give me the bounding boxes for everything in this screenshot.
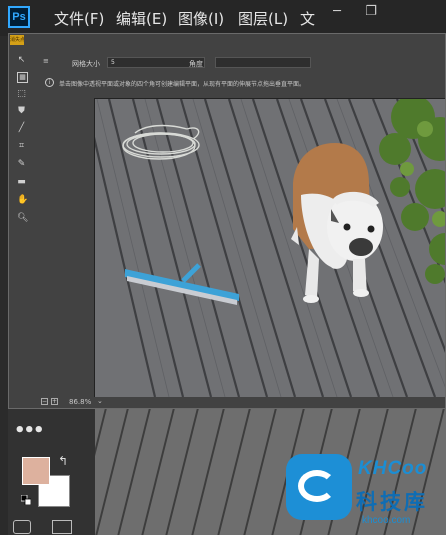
minimize-button[interactable]: ─ — [322, 4, 352, 19]
options-menu-icon[interactable]: ≡ — [43, 57, 49, 65]
angle-label: 角度 — [189, 60, 203, 68]
zoom-tool-icon[interactable]: 🔍︎ — [17, 214, 28, 223]
stamp-tool-icon[interactable]: ⛊ — [17, 107, 26, 116]
photoshop-logo: Ps — [8, 6, 30, 28]
vanishing-point-dialog: 消失点 ↖ ▦ ⬚ ⛊ ╱ ⌗ ✎ ▬ ✋ 🔍︎ ≡ 网格大小 5 角度 i 单… — [8, 33, 446, 409]
zoom-out-button[interactable]: − — [41, 398, 48, 405]
khcoo-watermark: KHCoo 科技库 khcoo.com — [272, 440, 446, 535]
preview-image[interactable] — [94, 98, 445, 397]
grid-size-label: 网格大小 — [72, 60, 100, 68]
menu-text[interactable]: 文 — [300, 8, 315, 29]
hand-tool-icon[interactable]: ✋ — [17, 196, 28, 205]
left-toolbar-strip — [0, 36, 8, 535]
menu-file[interactable]: 文件(F) — [54, 8, 104, 29]
menu-image[interactable]: 图像(I) — [178, 8, 224, 29]
screen-mode-icon[interactable] — [52, 520, 72, 534]
dialog-title: 消失点 — [10, 35, 24, 45]
info-icon: i — [45, 78, 54, 87]
vanishing-point-tools: ↖ ▦ ⬚ ⛊ ╱ ⌗ ✎ ▬ ✋ 🔍︎ — [9, 50, 33, 250]
menu-layer[interactable]: 图层(L) — [238, 8, 288, 29]
foreground-color-swatch[interactable] — [22, 457, 50, 485]
more-tools-icon[interactable]: ••• — [14, 420, 44, 441]
info-text: 单击图像中透视平面或对象的四个角可创建编辑平面，从现有平面的伸展节点拖出垂直平面… — [59, 81, 306, 88]
photoshop-window: Ps 文件(F) 编辑(E) 图像(I) 图层(L) 文 ─ ❐ ••• ↰ 消… — [0, 0, 446, 535]
angle-input[interactable] — [215, 57, 311, 68]
edit-plane-tool-icon[interactable]: ↖ — [17, 56, 26, 65]
info-bar: i 单击图像中透视平面或对象的四个角可创建编辑平面，从现有平面的伸展节点拖出垂直… — [39, 76, 445, 90]
khcoo-logo-icon — [286, 454, 352, 520]
quick-mask-icon[interactable] — [13, 520, 31, 534]
zoom-dropdown-icon[interactable]: ⌄ — [97, 397, 103, 405]
dog-on-deck-photo — [95, 99, 445, 397]
measure-tool-icon[interactable]: ▬ — [17, 178, 26, 187]
transform-tool-icon[interactable]: ⌗ — [17, 142, 26, 151]
menu-bar: Ps 文件(F) 编辑(E) 图像(I) 图层(L) 文 ─ ❐ — [0, 0, 446, 36]
zoom-in-button[interactable]: + — [51, 398, 58, 405]
create-plane-tool-icon[interactable]: ▦ — [17, 72, 28, 83]
dialog-options-bar: ≡ 网格大小 5 角度 — [39, 52, 445, 72]
brand-name-en: KHCoo — [358, 458, 428, 479]
swap-colors-icon[interactable]: ↰ — [58, 454, 68, 468]
eyedropper-tool-icon[interactable]: ✎ — [17, 160, 26, 169]
menu-edit[interactable]: 编辑(E) — [116, 8, 167, 29]
default-colors-icon[interactable] — [21, 495, 31, 505]
marquee-tool-icon[interactable]: ⬚ — [17, 90, 26, 99]
zoom-level: 86.8% — [69, 398, 92, 406]
brush-tool-icon[interactable]: ╱ — [17, 124, 26, 133]
brand-url: khcoo.com — [362, 515, 411, 526]
restore-button[interactable]: ❐ — [356, 4, 386, 19]
dialog-status-bar: − + 86.8% ⌄ — [39, 396, 439, 408]
brand-name-cn: 科技库 — [356, 490, 428, 514]
